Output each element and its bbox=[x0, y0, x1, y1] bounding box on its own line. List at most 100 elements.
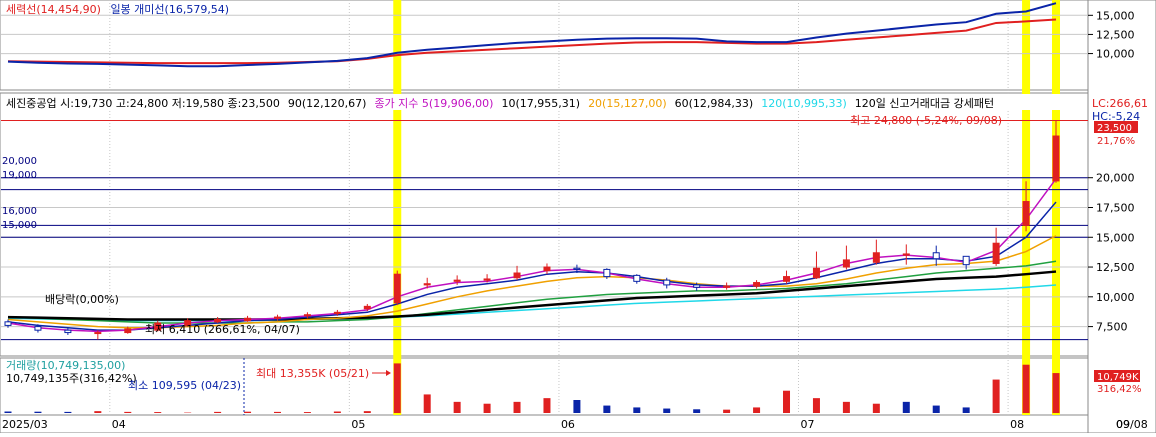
price-legend-item-2: 종가 지수 5(19,906,00) bbox=[374, 97, 493, 110]
volume-bar bbox=[933, 406, 940, 413]
x-tick-label-4: 07 bbox=[800, 418, 814, 431]
level-label-19000: 19,000 bbox=[2, 170, 37, 181]
x-tick-label-1: 04 bbox=[112, 418, 126, 431]
candle-body bbox=[604, 269, 610, 276]
x-tick-label-0: 2025/03 bbox=[2, 418, 48, 431]
current-price: 23,500 bbox=[1097, 123, 1132, 134]
top-legend-2: 일봉 개미선(16,579,54) bbox=[110, 2, 229, 16]
volume-bar bbox=[963, 407, 970, 413]
candle-body bbox=[813, 268, 819, 278]
candle-body bbox=[95, 333, 101, 334]
volume-bar bbox=[783, 391, 790, 413]
price-legend-item-5: 60(12,984,33) bbox=[675, 97, 754, 110]
candle-body bbox=[1053, 136, 1059, 181]
y-axis-strip bbox=[1088, 0, 1156, 433]
price-ytick-label-2: 15,000 bbox=[1096, 231, 1135, 244]
volume-min-label: 최소 109,595 (04/23) bbox=[128, 379, 241, 392]
candle-body bbox=[903, 254, 909, 255]
price-ytick-label-1: 17,500 bbox=[1096, 201, 1135, 214]
volume-bar bbox=[723, 410, 730, 413]
volume-current-line: 10,749,135주(316,42%) bbox=[6, 372, 137, 385]
top-legend-1: 세력선(14,454,90) bbox=[6, 3, 101, 16]
volume-bar bbox=[124, 412, 131, 413]
candle-body bbox=[754, 283, 760, 287]
volume-bar bbox=[873, 404, 880, 413]
top-ytick-label-0: 15,000 bbox=[1096, 9, 1135, 22]
volume-bar bbox=[394, 363, 401, 413]
volume-bar bbox=[663, 409, 670, 413]
level-label-20000: 20,000 bbox=[2, 156, 37, 167]
candle-body bbox=[664, 280, 670, 285]
x-tick-label-3: 06 bbox=[561, 418, 575, 431]
volume-bar bbox=[514, 402, 521, 413]
chart-canvas: 15,000 12,500 10,000 20,000 17,500 15,000 12,5… bbox=[0, 0, 1156, 433]
candle-body bbox=[694, 285, 700, 287]
volume-bar bbox=[903, 402, 910, 413]
candle-body bbox=[574, 268, 580, 269]
volume-bar bbox=[484, 404, 491, 413]
candle bbox=[394, 271, 400, 306]
x-tick-label-7: 09/08 bbox=[1116, 418, 1148, 431]
price-ytick-label-5: 7,500 bbox=[1096, 321, 1128, 334]
price-legend-item-4: 20(15,127,00) bbox=[588, 97, 667, 110]
candle-body bbox=[364, 306, 370, 308]
dividend-label: 배당락(0,00%) bbox=[45, 293, 119, 306]
max-price-label: 최고 24,800 (-5,24%, 09/08) bbox=[850, 114, 1002, 127]
volume-bar bbox=[94, 411, 101, 413]
candle-body bbox=[334, 312, 340, 313]
volume-bar bbox=[693, 409, 700, 413]
volume-bar bbox=[573, 400, 580, 413]
candle-body bbox=[274, 317, 280, 318]
volume-bar bbox=[364, 411, 371, 413]
volume-bar bbox=[1023, 365, 1030, 413]
volume-bar bbox=[843, 402, 850, 413]
x-axis-strip bbox=[0, 415, 1088, 433]
price-legend-item-1: 90(12,120,67) bbox=[288, 97, 367, 110]
candle-body bbox=[963, 256, 969, 264]
lc-label: LC:266,61 bbox=[1092, 97, 1148, 110]
candle-body bbox=[304, 315, 310, 316]
price-legend-item-0: 세진중공업 시:19,730 고:24,800 저:19,580 종:23,50… bbox=[6, 97, 280, 110]
x-tick-label-5: 08 bbox=[1010, 418, 1024, 431]
volume-bar bbox=[244, 412, 251, 413]
min-price-label: 최저 6,410 (266,61%, 04/07) bbox=[145, 323, 300, 336]
volume-bar bbox=[154, 412, 161, 413]
volume-bar bbox=[274, 412, 281, 413]
price-panel-frame bbox=[0, 93, 1088, 356]
top-ytick-label-1: 12,500 bbox=[1096, 28, 1135, 41]
top-legend: 세력선(14,454,90) 일봉 개미선(16,579,54) bbox=[6, 2, 229, 16]
current-volume-pct: 316,42% bbox=[1097, 384, 1142, 395]
stock-chart: 15,000 12,500 10,000 20,000 17,500 15,000 12,5… bbox=[0, 0, 1156, 433]
candle-body bbox=[634, 275, 640, 281]
volume-bar bbox=[1053, 373, 1060, 413]
volume-bar bbox=[424, 394, 431, 413]
candle-body bbox=[394, 274, 400, 303]
candle-body bbox=[784, 277, 790, 282]
volume-bar bbox=[633, 407, 640, 413]
volume-max-label: 최대 13,355K (05/21) bbox=[256, 367, 369, 380]
candle-body bbox=[125, 329, 131, 333]
volume-bar bbox=[753, 407, 760, 413]
price-ytick-label-0: 20,000 bbox=[1096, 172, 1135, 185]
price-ytick-label-3: 12,500 bbox=[1096, 261, 1135, 274]
volume-bar bbox=[993, 380, 1000, 413]
price-ytick-label-4: 10,000 bbox=[1096, 291, 1135, 304]
volume-bar bbox=[5, 412, 12, 413]
volume-bar bbox=[813, 398, 820, 413]
candle-body bbox=[65, 330, 71, 332]
candle-body bbox=[245, 318, 251, 320]
candle-body bbox=[35, 327, 41, 331]
candle-body bbox=[5, 322, 11, 326]
volume-bar bbox=[304, 412, 311, 413]
current-volume: 10,749K bbox=[1097, 372, 1139, 383]
candle-body bbox=[873, 253, 879, 263]
candle-body bbox=[424, 284, 430, 285]
price-legend-item-6: 120(10,995,33) bbox=[761, 97, 847, 110]
candle-body bbox=[1023, 202, 1029, 226]
candle-body bbox=[544, 267, 550, 271]
candle-body bbox=[215, 319, 221, 321]
candle-body bbox=[843, 260, 849, 267]
price-legend-item-3: 10(17,955,31) bbox=[501, 97, 580, 110]
volume-bar bbox=[214, 412, 221, 413]
level-label-15000: 15,000 bbox=[2, 220, 37, 231]
